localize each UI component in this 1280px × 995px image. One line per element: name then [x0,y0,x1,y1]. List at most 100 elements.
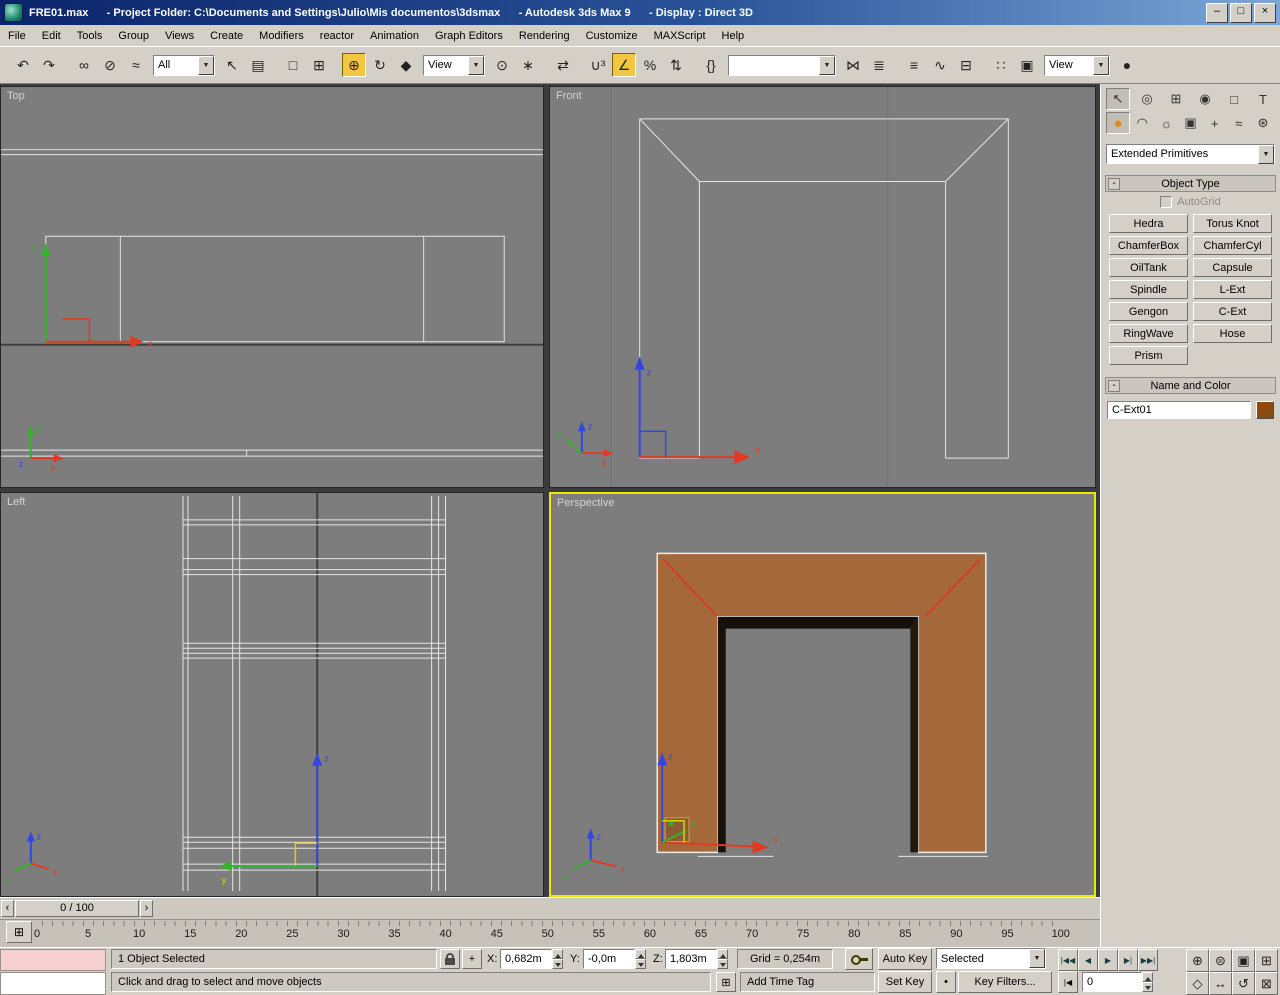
menu-item[interactable]: Create [202,27,251,45]
object-type-rollout[interactable]: - Object Type [1105,175,1276,192]
chevron-down-icon[interactable]: ▼ [468,55,484,75]
curve-editor-button[interactable]: ∿ [928,53,952,77]
menu-item[interactable]: reactor [312,27,362,45]
maximize-viewport-toggle[interactable]: ⊠ [1255,972,1278,995]
time-slider-right-arrow[interactable]: › [140,900,153,917]
zoom-all-button[interactable]: ⊜ [1209,949,1232,972]
object-type-button[interactable]: Torus Knot [1193,214,1272,233]
track-bar[interactable]: 0 5 10 15 20 25 30 35 40 45 50 55 60 65 70 75 80 85 90 95 10… [0,919,1100,948]
select-and-scale-button[interactable]: ◆ [394,53,418,77]
collapse-icon[interactable]: - [1108,177,1120,190]
snaps-toggle-3d[interactable]: ∪³ [586,53,610,77]
object-type-button[interactable]: RingWave [1109,324,1188,343]
chevron-down-icon[interactable]: ▼ [1093,55,1109,75]
add-time-tag[interactable]: Add Time Tag [740,972,875,992]
menu-item[interactable]: Group [110,27,157,45]
selection-lock-toggle[interactable] [440,949,460,969]
primitive-category-dropdown[interactable]: Extended Primitives ▼ [1106,144,1275,164]
tab-hierarchy[interactable]: ⊞ [1164,88,1188,110]
maxscript-mini-listener[interactable] [0,972,106,995]
tab-modify[interactable]: ◎ [1135,88,1159,110]
bind-to-space-warp-button[interactable]: ≈ [124,53,148,77]
current-frame-input[interactable]: 0 [1082,972,1142,992]
use-pivot-center-button[interactable]: ⊙ [490,53,514,77]
object-type-button[interactable]: L-Ext [1193,280,1272,299]
window-crossing-toggle[interactable]: ⊞ [307,53,331,77]
object-color-swatch[interactable] [1256,401,1274,419]
key-filters-button[interactable]: Key Filters... [958,971,1052,993]
y-coordinate-input[interactable]: -0,0m [583,949,635,969]
zoom-extents-button[interactable]: ▣ [1232,949,1255,972]
quick-render-button[interactable]: ● [1115,53,1139,77]
menu-item[interactable]: Edit [34,27,69,45]
viewport-label[interactable]: Left [7,496,25,508]
menu-item[interactable]: Views [157,27,202,45]
menu-item[interactable]: File [0,27,34,45]
select-and-manipulate-button[interactable]: ∗ [516,53,540,77]
named-selection-sets-dropdown[interactable]: ▼ [728,54,836,76]
chevron-down-icon[interactable]: ▼ [1029,949,1045,968]
x-spinner[interactable] [552,949,563,969]
reference-coordinate-system-dropdown[interactable]: View ▼ [423,54,485,76]
object-type-button[interactable]: Capsule [1193,258,1272,277]
play-button[interactable]: ▶ [1098,949,1118,971]
named-selection-sets-button[interactable]: {} [699,53,723,77]
maximize-button[interactable]: □ [1230,2,1252,23]
category-lights[interactable]: ☼ [1154,112,1178,134]
menu-item[interactable]: Customize [578,27,646,45]
selection-filter-dropdown[interactable]: All ▼ [153,54,215,76]
zoom-button[interactable]: ⊕ [1186,949,1209,972]
object-type-button[interactable]: C-Ext [1193,302,1272,321]
tab-display[interactable]: □ [1222,88,1246,110]
object-type-button[interactable]: Spindle [1109,280,1188,299]
object-type-button[interactable]: Prism [1109,346,1188,365]
maxscript-mini-listener-recorder[interactable] [0,949,106,971]
move-gizmo[interactable]: z x [634,356,761,465]
status-panel-toggle[interactable]: ⊞ [716,972,736,992]
auto-key-button[interactable]: Auto Key [878,948,932,970]
viewport-top[interactable]: x y y x z Top [0,86,544,488]
c-ext-object[interactable] [656,552,988,857]
chevron-down-icon[interactable]: ▼ [819,55,835,75]
mirror-button[interactable]: ⋈ [841,53,865,77]
chevron-down-icon[interactable]: ▼ [1258,144,1274,164]
category-cameras[interactable]: ▣ [1178,112,1202,134]
y-spinner[interactable] [635,949,646,969]
category-geometry[interactable]: ● [1106,112,1130,134]
time-slider-handle[interactable]: 0 / 100 [15,900,139,917]
category-space-warps[interactable]: ≈ [1227,112,1251,134]
set-key-filter-toggle[interactable]: • [936,971,956,993]
category-systems[interactable]: ⊛ [1251,112,1275,134]
select-by-name-button[interactable]: ▤ [246,53,270,77]
menu-item[interactable]: Tools [69,27,111,45]
object-type-button[interactable]: ChamferBox [1109,236,1188,255]
viewport-front[interactable]: z x z x y Front [549,86,1096,488]
collapse-icon[interactable]: - [1108,379,1120,392]
go-to-end-button[interactable]: ▶▶| [1138,949,1158,971]
spinner-snap-toggle[interactable]: ⇅ [664,53,688,77]
previous-frame-button[interactable]: ◀ [1078,949,1098,971]
schematic-view-button[interactable]: ⊟ [954,53,978,77]
angle-snap-toggle[interactable]: ∠ [612,53,636,77]
close-button[interactable]: × [1254,2,1276,23]
keyboard-shortcut-override-toggle[interactable]: ⇄ [551,53,575,77]
viewport-left[interactable]: z y z x y Left [0,492,544,897]
menu-item[interactable]: Help [714,27,753,45]
chevron-down-icon[interactable]: ▼ [198,55,214,75]
time-slider-track[interactable]: ‹ 0 / 100 › [0,897,1100,919]
category-shapes[interactable]: ◠ [1130,112,1154,134]
set-keys-button[interactable] [845,948,873,970]
pan-button[interactable]: ↔ [1209,972,1232,995]
set-key-button[interactable]: Set Key [878,971,932,993]
frame-spinner[interactable] [1142,972,1153,992]
menu-item[interactable]: MAXScript [646,27,714,45]
mini-curve-editor-button[interactable]: ⊞ [6,921,32,943]
render-setup-button[interactable]: ▣ [1015,53,1039,77]
select-and-rotate-button[interactable]: ↻ [368,53,392,77]
object-type-button[interactable]: Hose [1193,324,1272,343]
z-coordinate-input[interactable]: 1,803m [665,949,717,969]
object-type-button[interactable]: Gengon [1109,302,1188,321]
minimize-button[interactable]: – [1206,2,1228,23]
tab-utilities[interactable]: T [1251,88,1275,110]
menu-item[interactable]: Graph Editors [427,27,511,45]
